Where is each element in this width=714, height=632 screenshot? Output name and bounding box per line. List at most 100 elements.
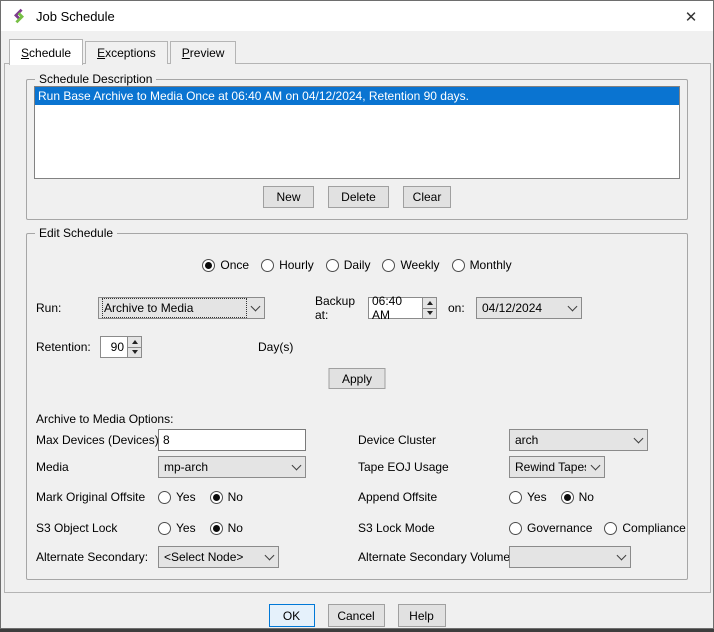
radio-once-circle[interactable] [202,259,215,272]
tab-preview-label: Preview [182,46,225,60]
device-cluster-label: Device Cluster [358,429,436,451]
mark-original-offsite-no[interactable]: No [210,490,243,504]
on-label: on: [448,301,468,315]
radio-hourly-circle[interactable] [261,259,274,272]
schedule-list-item[interactable]: Run Base Archive to Media Once at 06:40 … [35,87,679,105]
delete-button[interactable]: Delete [328,186,389,208]
radio-circle[interactable] [210,522,223,535]
alternate-secondary-volume-select[interactable] [509,546,631,568]
window-title: Job Schedule [36,9,115,24]
tab-exceptions-label: Exceptions [97,46,156,60]
spin-up-icon[interactable] [423,298,436,309]
radio-circle[interactable] [604,522,617,535]
chevron-down-icon [591,461,601,471]
radio-circle[interactable] [509,491,522,504]
schedule-description-group-label: Schedule Description [35,72,156,86]
radio-monthly[interactable]: Monthly [452,258,512,272]
cancel-button[interactable]: Cancel [328,604,385,627]
tab-schedule-label: Schedule [21,46,71,60]
s3-lock-mode-radios: Governance Compliance [509,517,686,539]
backup-at-label: Backup at: [315,294,368,322]
device-cluster-select[interactable]: arch [509,429,648,451]
footer-button-row: OK Cancel Help [1,604,713,627]
tab-exceptions[interactable]: Exceptions [85,41,168,64]
ok-button[interactable]: OK [269,604,315,627]
max-devices-input[interactable]: 8 [158,429,306,451]
apply-button[interactable]: Apply [329,368,386,389]
spin-down-icon[interactable] [423,309,436,319]
backup-time-spin-buttons[interactable] [422,298,436,318]
tape-eoj-usage-select[interactable]: Rewind Tapes [509,456,605,478]
device-cluster-value: arch [514,431,629,449]
radio-circle[interactable] [561,491,574,504]
radio-label: Yes [527,490,547,504]
alternate-secondary-value: <Select Node> [163,548,260,566]
radio-once[interactable]: Once [202,258,249,272]
alternate-secondary-select[interactable]: <Select Node> [158,546,279,568]
radio-monthly-circle[interactable] [452,259,465,272]
alternate-secondary-label: Alternate Secondary: [36,546,148,568]
retention-label: Retention: [36,340,100,354]
append-offsite-yes[interactable]: Yes [509,490,547,504]
description-button-row: New Delete Clear [27,186,687,208]
run-select[interactable]: Archive to Media [98,297,265,319]
s3-object-lock-no[interactable]: No [210,521,243,535]
append-offsite-label: Append Offsite [358,486,437,508]
radio-monthly-label: Monthly [470,258,512,272]
edit-schedule-group-label: Edit Schedule [35,226,117,240]
radio-circle[interactable] [210,491,223,504]
mark-original-offsite-yes[interactable]: Yes [158,490,196,504]
s3-lock-mode-governance[interactable]: Governance [509,521,592,535]
radio-weekly-label: Weekly [400,258,439,272]
retention-value[interactable]: 90 [101,337,127,357]
s3-object-lock-yes[interactable]: Yes [158,521,196,535]
radio-daily[interactable]: Daily [326,258,371,272]
retention-spin-buttons[interactable] [127,337,141,357]
max-devices-row: Max Devices (Devices) 8 Device Cluster a… [36,429,678,451]
radio-weekly[interactable]: Weekly [382,258,439,272]
help-button[interactable]: Help [398,604,446,627]
clear-button[interactable]: Clear [403,186,451,208]
radio-hourly[interactable]: Hourly [261,258,314,272]
radio-circle[interactable] [158,491,171,504]
s3-lock-mode-compliance[interactable]: Compliance [604,521,685,535]
s3-object-lock-radios: Yes No [158,517,243,539]
chevron-down-icon [568,302,578,312]
media-label: Media [36,456,69,478]
spin-down-icon[interactable] [128,348,141,358]
close-icon[interactable]: ✕ [682,8,700,26]
append-offsite-no[interactable]: No [561,490,594,504]
s3-row: S3 Object Lock Yes No S3 Lock Mode [36,517,678,539]
radio-daily-circle[interactable] [326,259,339,272]
new-button[interactable]: New [263,186,314,208]
radio-label: Yes [176,490,196,504]
date-select[interactable]: 04/12/2024 [476,297,582,319]
chevron-down-icon [265,551,275,561]
spin-up-icon[interactable] [128,337,141,348]
media-select[interactable]: mp-arch [158,456,306,478]
tab-preview[interactable]: Preview [170,41,237,64]
radio-circle[interactable] [158,522,171,535]
edit-schedule-group: Edit Schedule Once Hourly Daily Weekly [26,233,688,580]
radio-weekly-circle[interactable] [382,259,395,272]
job-schedule-dialog: Job Schedule ✕ Schedule Exceptions Previ… [0,0,714,629]
radio-hourly-label: Hourly [279,258,314,272]
backup-time-value[interactable]: 06:40 AM [369,298,422,318]
radio-label: Yes [176,521,196,535]
date-select-value: 04/12/2024 [481,299,563,317]
backup-time-spinner[interactable]: 06:40 AM [368,297,437,319]
s3-object-lock-label: S3 Object Lock [36,517,117,539]
radio-label: Compliance [622,521,685,535]
frequency-radio-group: Once Hourly Daily Weekly Monthly [36,258,678,272]
tape-eoj-usage-label: Tape EOJ Usage [358,456,449,478]
radio-label: Governance [527,521,592,535]
chevron-down-icon [292,461,302,471]
schedule-tab-panel: Schedule Description Run Base Archive to… [4,63,711,593]
retention-spinner[interactable]: 90 [100,336,142,358]
schedule-description-list[interactable]: Run Base Archive to Media Once at 06:40 … [34,86,680,179]
run-label: Run: [36,301,98,315]
title-bar: Job Schedule ✕ [1,1,713,31]
radio-circle[interactable] [509,522,522,535]
chevron-down-icon [617,551,627,561]
tab-schedule[interactable]: Schedule [9,39,83,65]
